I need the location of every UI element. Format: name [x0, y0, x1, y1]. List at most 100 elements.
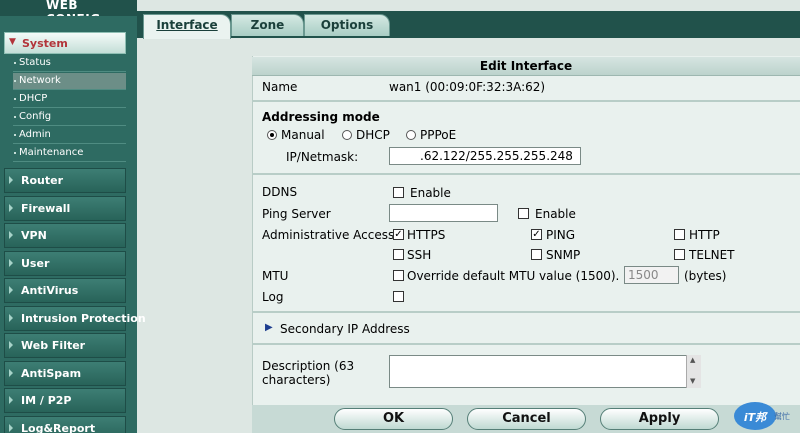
snmp-label: SNMP	[546, 248, 581, 262]
sidebar-item-web-filter[interactable]: Web Filter	[4, 333, 126, 358]
sidebar-item-label: Maintenance	[19, 147, 84, 158]
log-checkbox[interactable]	[393, 291, 404, 302]
radio-manual[interactable]	[267, 130, 277, 140]
radio-pppoe-label: PPPoE	[420, 128, 457, 142]
admin-access-label: Administrative Access	[262, 228, 395, 242]
sidebar-item-im-p2p[interactable]: IM / P2P	[4, 388, 126, 413]
sidebar-item-label: Web Filter	[21, 339, 86, 352]
chevron-right-icon	[9, 204, 13, 212]
sidebar-item-status[interactable]: Status	[13, 55, 126, 72]
sidebar-item-admin[interactable]: Admin	[13, 127, 126, 144]
sidebar: ▼ System Status Network DHCP Config Admi…	[0, 16, 146, 433]
https-checkbox[interactable]: ✓	[393, 229, 404, 240]
bullet-icon	[14, 62, 16, 64]
sidebar-item-label: Firewall	[21, 202, 71, 215]
ping-checkbox[interactable]: ✓	[531, 229, 542, 240]
bullet-icon	[14, 98, 16, 100]
expand-arrow-icon[interactable]: ▶	[265, 322, 273, 333]
chevron-right-icon	[9, 341, 13, 349]
chevron-right-icon	[9, 424, 13, 432]
sidebar-item-antispam[interactable]: AntiSpam	[4, 361, 126, 386]
scroll-down-icon[interactable]: ▼	[690, 377, 695, 385]
sidebar-item-label: VPN	[21, 229, 47, 242]
log-label: Log	[262, 290, 284, 304]
sidebar-item-vpn[interactable]: VPN	[4, 223, 126, 248]
sidebar-item-label: Network	[19, 75, 61, 86]
addressing-mode-label: Addressing mode	[262, 110, 380, 124]
sidebar-item-network[interactable]: Network	[13, 73, 126, 90]
mtu-unit-label: (bytes)	[684, 269, 727, 283]
sidebar-item-intrusion-protection[interactable]: Intrusion Protection	[4, 306, 146, 331]
description-scrollbar[interactable]: ▲ ▼	[686, 355, 701, 388]
watermark-bubble: iT邦	[734, 402, 776, 430]
sidebar-item-label: User	[21, 257, 50, 270]
radio-dhcp[interactable]	[342, 130, 352, 140]
sidebar-section-label: System	[22, 37, 68, 50]
sidebar-item-label: AntiSpam	[21, 367, 82, 380]
divider	[252, 173, 800, 175]
ping-server-enable-label: Enable	[535, 207, 576, 221]
mtu-override-checkbox[interactable]	[393, 270, 404, 281]
ping-server-field[interactable]	[389, 204, 498, 222]
sidebar-item-label: DHCP	[19, 93, 48, 104]
ping-label: PING	[546, 228, 576, 242]
divider	[252, 311, 800, 313]
bullet-icon	[14, 80, 16, 82]
scroll-up-icon[interactable]: ▲	[690, 356, 695, 364]
radio-dhcp-label: DHCP	[356, 128, 390, 142]
name-label: Name	[262, 80, 298, 94]
divider	[252, 343, 800, 345]
snmp-checkbox[interactable]	[531, 249, 542, 260]
telnet-checkbox[interactable]	[674, 249, 685, 260]
watermark-logo: iT邦 幫忙	[730, 400, 800, 433]
sidebar-item-label: AntiVirus	[21, 284, 79, 297]
mtu-label: MTU	[262, 269, 289, 283]
ssh-checkbox[interactable]	[393, 249, 404, 260]
http-label: HTTP	[689, 228, 720, 242]
sidebar-item-dhcp[interactable]: DHCP	[13, 91, 126, 108]
chevron-down-icon: ▼	[9, 37, 16, 47]
https-label: HTTPS	[407, 228, 446, 242]
telnet-label: TELNET	[689, 248, 735, 262]
sidebar-item-log-report[interactable]: Log&Report	[4, 416, 126, 433]
description-label: Description (63 characters)	[262, 359, 355, 387]
sidebar-item-label: Intrusion Protection	[21, 312, 146, 325]
sidebar-item-label: Status	[19, 57, 51, 68]
bullet-icon	[14, 152, 16, 154]
watermark-side-text: 幫忙	[774, 412, 790, 421]
chevron-right-icon	[9, 314, 13, 322]
chevron-right-icon	[9, 176, 13, 184]
ip-netmask-field[interactable]: .62.122/255.255.255.248	[389, 147, 581, 165]
sidebar-item-label: Log&Report	[21, 422, 96, 433]
name-value: wan1 (00:09:0F:32:3A:62)	[389, 80, 546, 94]
sidebar-item-router[interactable]: Router	[4, 168, 126, 193]
secondary-ip-label[interactable]: Secondary IP Address	[280, 322, 410, 336]
sidebar-item-config[interactable]: Config	[13, 109, 126, 126]
tab-options[interactable]: Options	[304, 14, 390, 36]
chevron-right-icon	[9, 286, 13, 294]
sidebar-section-system[interactable]: ▼ System	[4, 32, 126, 54]
sidebar-item-maintenance[interactable]: Maintenance	[13, 145, 126, 162]
panel-title: Edit Interface	[252, 57, 800, 76]
sidebar-item-antivirus[interactable]: AntiVirus	[4, 278, 126, 303]
ok-button[interactable]: OK	[334, 408, 453, 430]
radio-pppoe[interactable]	[406, 130, 416, 140]
sidebar-item-user[interactable]: User	[4, 251, 126, 276]
chevron-right-icon	[9, 396, 13, 404]
ping-server-enable-checkbox[interactable]	[518, 208, 529, 219]
cancel-button[interactable]: Cancel	[467, 408, 586, 430]
ddns-enable-checkbox[interactable]	[393, 187, 404, 198]
tab-zone[interactable]: Zone	[231, 14, 304, 36]
http-checkbox[interactable]	[674, 229, 685, 240]
ping-server-label: Ping Server	[262, 207, 331, 221]
description-textarea[interactable]	[389, 355, 701, 388]
ssh-label: SSH	[407, 248, 432, 262]
tab-interface[interactable]: Interface	[143, 14, 231, 39]
chevron-right-icon	[9, 259, 13, 267]
chevron-right-icon	[9, 231, 13, 239]
mtu-value-field[interactable]: 1500	[624, 266, 679, 284]
apply-button[interactable]: Apply	[600, 408, 719, 430]
ddns-label: DDNS	[262, 185, 298, 199]
ip-netmask-label: IP/Netmask:	[286, 150, 359, 164]
sidebar-item-firewall[interactable]: Firewall	[4, 196, 126, 221]
